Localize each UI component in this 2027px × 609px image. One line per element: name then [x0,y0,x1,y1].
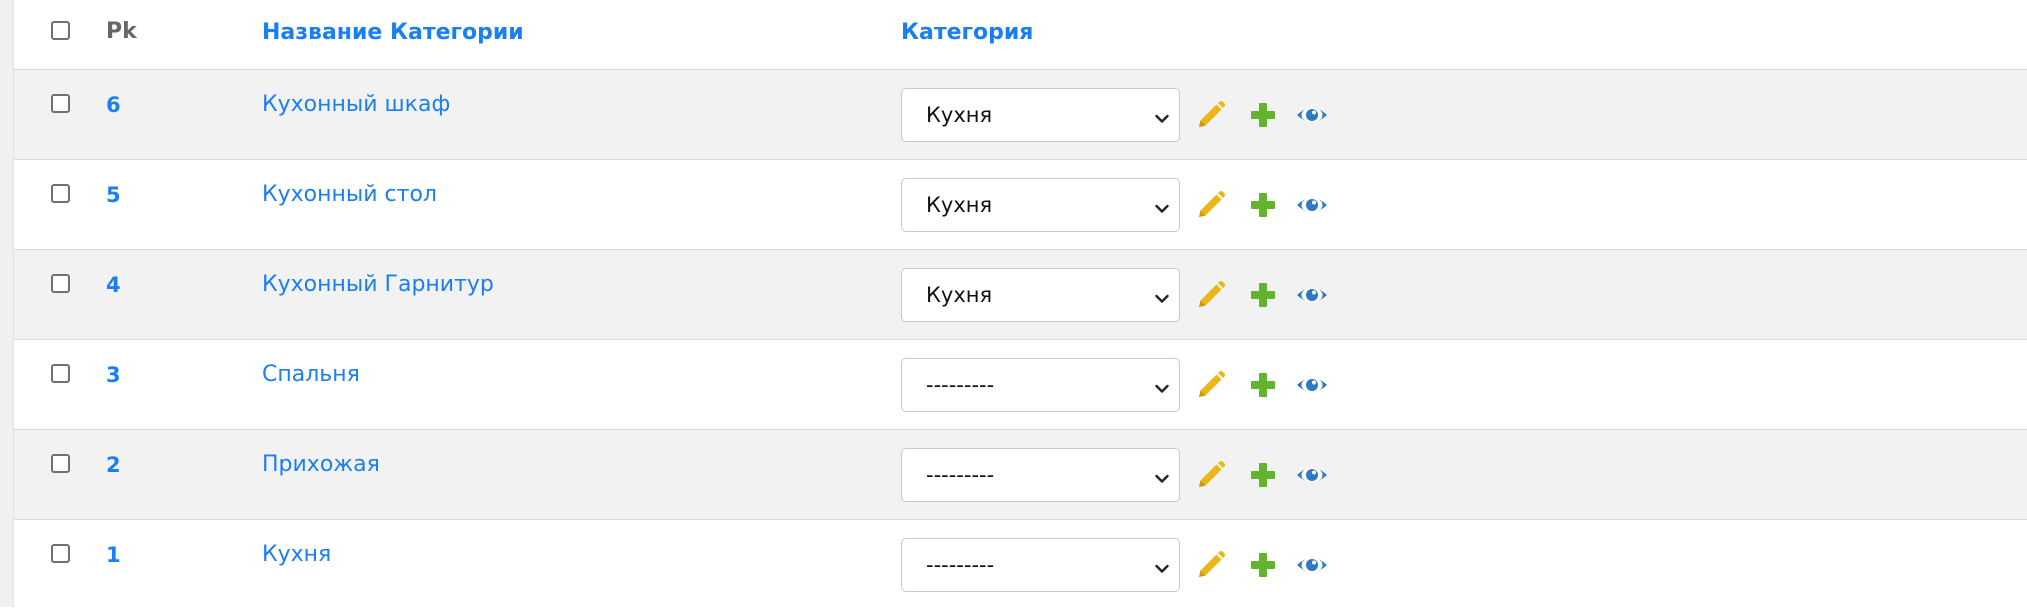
row-name-link[interactable]: Прихожая [262,452,380,477]
results-table: Pk Название Категории Категория 6 Кухонн… [14,0,2027,609]
name-column-header[interactable]: Название Категории [262,20,524,45]
table-row: 6 Кухонный шкаф Кухня [14,69,2027,159]
row-name-link[interactable]: Кухонный стол [262,182,437,207]
category-select-value: --------- [926,463,995,487]
plus-icon[interactable] [1248,190,1278,220]
table-row: 3 Спальня --------- [14,339,2027,429]
eye-icon[interactable] [1295,190,1329,220]
row-pk-link[interactable]: 2 [106,453,121,477]
row-checkbox[interactable] [51,274,70,293]
row-checkbox[interactable] [51,94,70,113]
table-body: 6 Кухонный шкаф Кухня 5 Кухонный стол Ку… [14,69,2027,609]
eye-icon[interactable] [1295,550,1329,580]
table-row: 5 Кухонный стол Кухня [14,159,2027,249]
category-select[interactable]: Кухня [901,88,1180,142]
category-select-value: --------- [926,553,995,577]
row-pk-link[interactable]: 4 [106,273,121,297]
eye-icon[interactable] [1295,280,1329,310]
eye-icon[interactable] [1295,370,1329,400]
row-checkbox[interactable] [51,454,70,473]
category-select-value: Кухня [926,103,993,127]
plus-icon[interactable] [1248,460,1278,490]
chevron-down-icon [1155,469,1169,488]
category-select[interactable]: Кухня [901,178,1180,232]
row-pk-link[interactable]: 5 [106,183,121,207]
row-name-link[interactable]: Кухонный шкаф [262,92,450,117]
category-select[interactable]: Кухня [901,268,1180,322]
plus-icon[interactable] [1248,100,1278,130]
chevron-down-icon [1155,559,1169,578]
category-select[interactable]: --------- [901,448,1180,502]
eye-icon[interactable] [1295,460,1329,490]
row-checkbox[interactable] [51,184,70,203]
plus-icon[interactable] [1248,280,1278,310]
row-pk-link[interactable]: 6 [106,93,121,117]
category-select-value: Кухня [926,283,993,307]
pencil-icon[interactable] [1196,550,1226,580]
pk-column-header[interactable]: Pk [106,19,137,44]
table-row: 2 Прихожая --------- [14,429,2027,519]
category-select[interactable]: --------- [901,538,1180,592]
plus-icon[interactable] [1248,550,1278,580]
admin-changelist: Pk Название Категории Категория 6 Кухонн… [0,0,2027,609]
left-sidebar-edge [0,0,13,607]
table-row: 1 Кухня --------- [14,519,2027,609]
pencil-icon[interactable] [1196,190,1226,220]
category-column-header[interactable]: Категория [901,20,1033,45]
category-select-value: --------- [926,373,995,397]
row-checkbox[interactable] [51,544,70,563]
pencil-icon[interactable] [1196,100,1226,130]
chevron-down-icon [1155,199,1169,218]
eye-icon[interactable] [1295,100,1329,130]
pencil-icon[interactable] [1196,370,1226,400]
table-header: Pk Название Категории Категория [14,0,2027,69]
chevron-down-icon [1155,289,1169,308]
category-select[interactable]: --------- [901,358,1180,412]
select-all-checkbox[interactable] [51,21,70,40]
pencil-icon[interactable] [1196,280,1226,310]
row-pk-link[interactable]: 1 [106,543,121,567]
row-pk-link[interactable]: 3 [106,363,121,387]
chevron-down-icon [1155,109,1169,128]
plus-icon[interactable] [1248,370,1278,400]
row-name-link[interactable]: Кухонный Гарнитур [262,272,494,297]
row-name-link[interactable]: Спальня [262,362,360,387]
row-name-link[interactable]: Кухня [262,542,331,567]
row-checkbox[interactable] [51,364,70,383]
pencil-icon[interactable] [1196,460,1226,490]
chevron-down-icon [1155,379,1169,398]
table-row: 4 Кухонный Гарнитур Кухня [14,249,2027,339]
category-select-value: Кухня [926,193,993,217]
